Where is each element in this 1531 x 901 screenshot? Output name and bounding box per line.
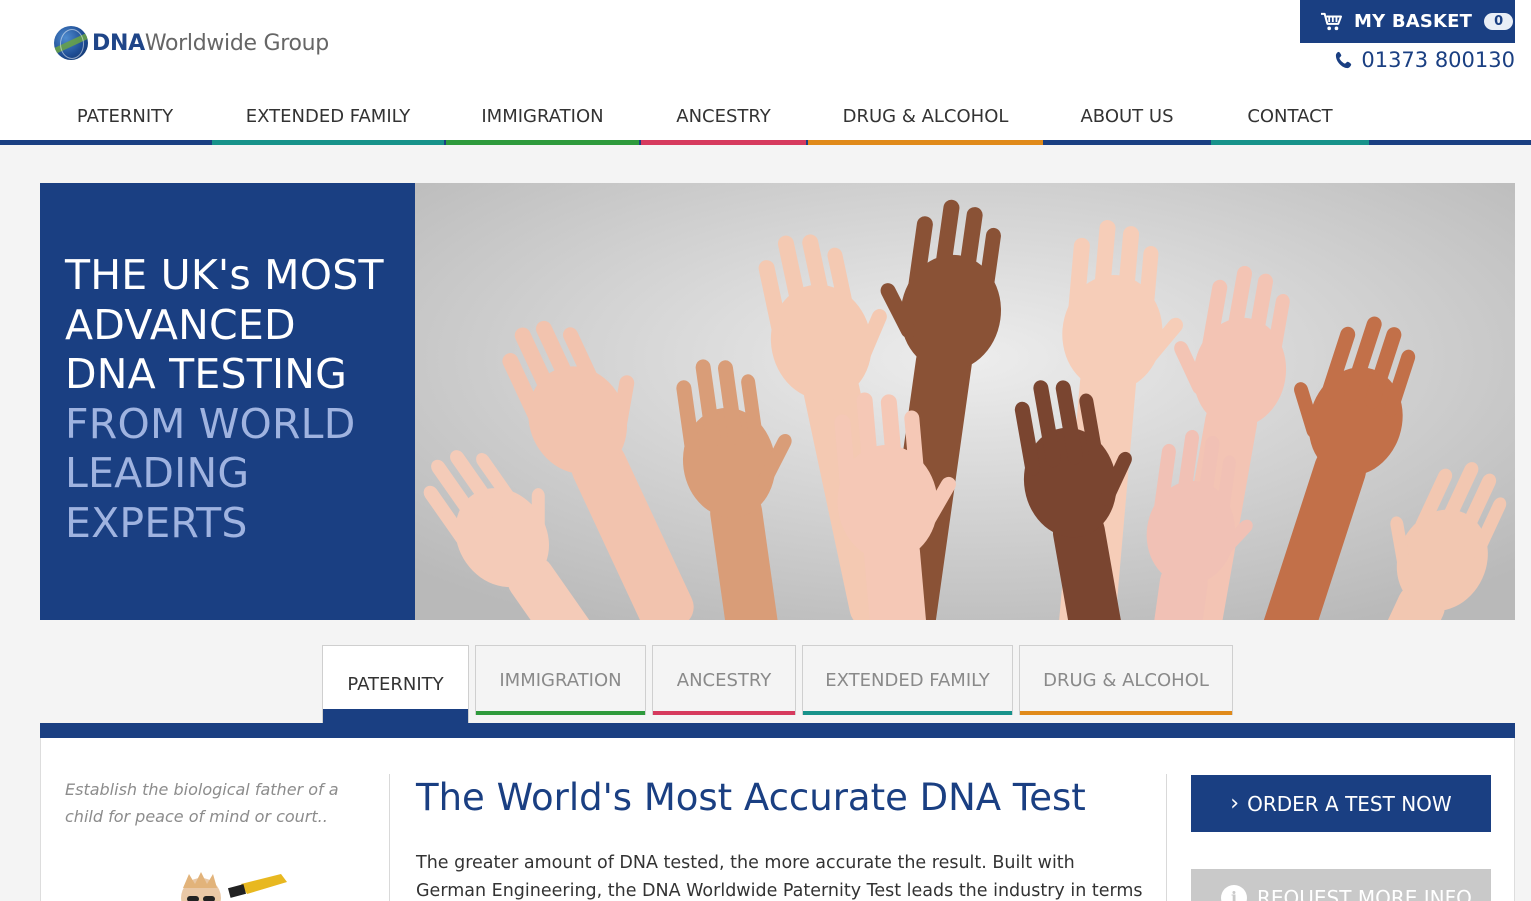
request-info-button[interactable]: i REQUEST MORE INFO	[1191, 869, 1491, 901]
hero-line-accent: FROM WORLD	[65, 399, 356, 448]
nav-item-immigration[interactable]: IMMIGRATION	[446, 96, 639, 145]
logo-text: DNAWorldwide Group	[92, 30, 329, 56]
globe-icon	[54, 26, 88, 60]
nav-item-drug-alcohol[interactable]: DRUG & ALCOHOL	[808, 96, 1043, 145]
intro-text: Establish the biological father of a chi…	[65, 780, 339, 826]
phone-link[interactable]: 01373 800130	[1335, 48, 1515, 72]
info-icon: i	[1221, 884, 1247, 901]
order-test-button[interactable]: › ORDER A TEST NOW	[1191, 775, 1491, 832]
column-divider	[1166, 774, 1167, 901]
phone-number: 01373 800130	[1361, 48, 1515, 72]
hero-line-accent: EXPERTS	[65, 498, 248, 547]
tab-panel-header-band	[40, 723, 1515, 738]
nav-item-contact[interactable]: CONTACT	[1211, 96, 1369, 145]
nav-item-about-us[interactable]: ABOUT US	[1045, 96, 1209, 145]
tab-drug-alcohol[interactable]: DRUG & ALCOHOL	[1019, 645, 1233, 715]
nav-item-ancestry[interactable]: ANCESTRY	[641, 96, 806, 145]
basket-label: MY BASKET	[1354, 11, 1473, 32]
hero-banner: THE UK's MOST ADVANCED DNA TESTING FROM …	[40, 183, 1515, 620]
hero-line-accent: LEADING	[65, 449, 250, 497]
basket-count-badge: 0	[1484, 13, 1514, 30]
chevron-right-icon: ›	[1230, 791, 1240, 816]
cart-icon	[1321, 12, 1342, 30]
hero-line: THE UK's MOST	[65, 251, 384, 299]
hero-line: ADVANCED	[65, 300, 296, 349]
tab-ancestry[interactable]: ANCESTRY	[652, 645, 796, 715]
hero-line: DNA TESTING	[65, 350, 348, 398]
tab-extended-family[interactable]: EXTENDED FAMILY	[802, 645, 1013, 715]
tab-panel-paternity: Establish the biological father of a chi…	[40, 738, 1515, 901]
phone-icon	[1336, 51, 1352, 69]
section-body-text: The greater amount of DNA tested, the mo…	[416, 853, 1143, 901]
main-navigation: PATERNITY EXTENDED FAMILY IMMIGRATION AN…	[0, 96, 1531, 145]
raised-hands-illustration	[415, 183, 1515, 620]
site-header: DNAWorldwide Group MY BASKET 0 01373 800…	[0, 0, 1531, 145]
nav-item-extended-family[interactable]: EXTENDED FAMILY	[212, 96, 444, 145]
section-headline: The World's Most Accurate DNA Test	[416, 776, 1086, 819]
nav-item-paternity[interactable]: PATERNITY	[40, 96, 210, 145]
column-divider	[389, 774, 390, 901]
hero-text-panel: THE UK's MOST ADVANCED DNA TESTING FROM …	[40, 183, 415, 620]
child-figure-image	[181, 872, 287, 901]
site-logo[interactable]: DNAWorldwide Group	[54, 26, 329, 60]
basket-button[interactable]: MY BASKET 0	[1300, 0, 1515, 43]
tab-immigration[interactable]: IMMIGRATION	[475, 645, 646, 715]
hero-image-raised-hands	[415, 183, 1515, 620]
tab-paternity[interactable]: PATERNITY	[322, 645, 469, 723]
